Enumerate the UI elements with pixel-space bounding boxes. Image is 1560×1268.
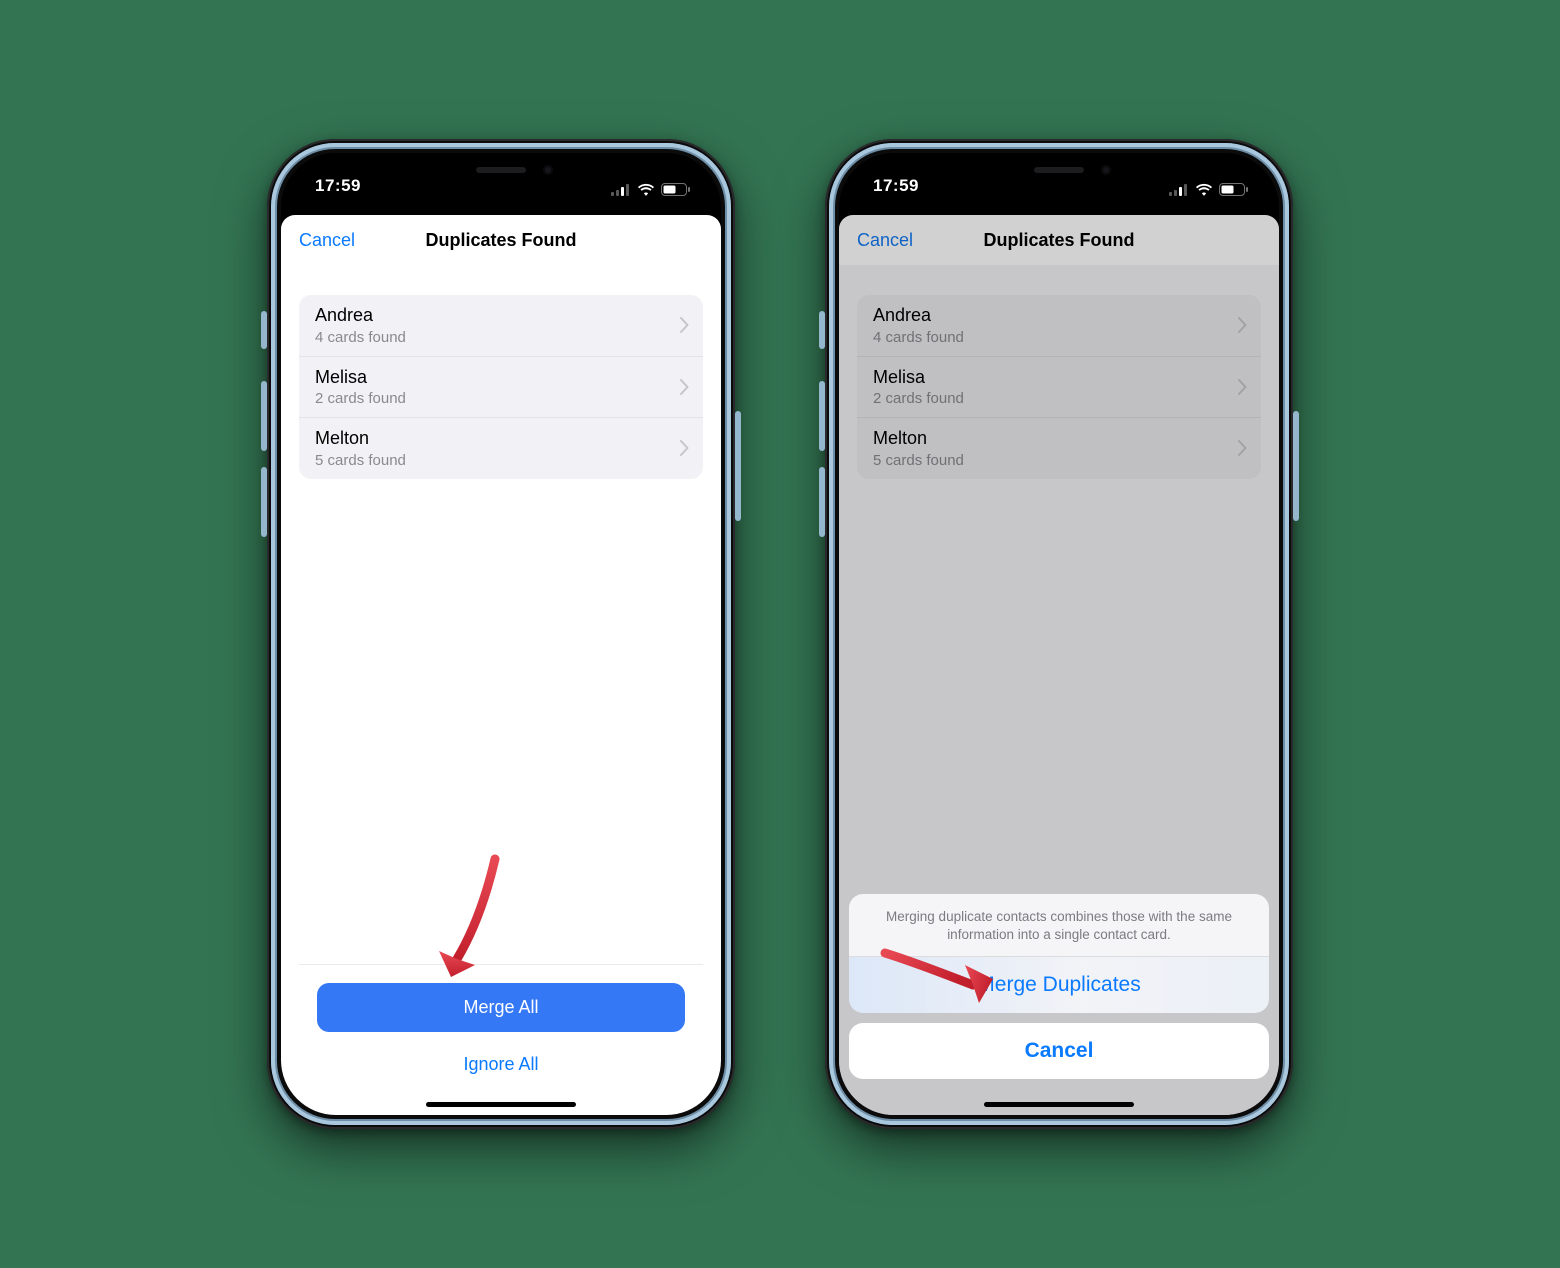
merge-all-button[interactable]: Merge All — [317, 983, 685, 1032]
status-time: 17:59 — [873, 176, 919, 199]
wifi-icon — [637, 183, 655, 196]
battery-icon — [1219, 183, 1249, 196]
notch — [971, 153, 1147, 187]
volume-up-button — [261, 381, 267, 451]
chevron-right-icon — [1238, 379, 1247, 395]
sheet: Cancel Duplicates Found Andrea 4 cards f… — [839, 215, 1279, 1115]
screen: 17:59 Cancel Duplicates Found And — [839, 153, 1279, 1115]
chevron-right-icon — [680, 379, 689, 395]
battery-icon — [661, 183, 691, 196]
duplicate-row[interactable]: Melton 5 cards found — [299, 418, 703, 479]
duplicate-row[interactable]: Andrea 4 cards found — [299, 295, 703, 357]
duplicates-group: Andrea 4 cards found Melisa 2 cards foun… — [857, 295, 1261, 479]
duplicates-group: Andrea 4 cards found Melisa 2 cards foun… — [299, 295, 703, 479]
duplicate-sub: 4 cards found — [315, 329, 670, 346]
chevron-right-icon — [1238, 440, 1247, 456]
merge-duplicates-button[interactable]: Merge Duplicates — [849, 957, 1269, 1013]
duplicate-name: Andrea — [315, 305, 670, 327]
duplicate-name: Andrea — [873, 305, 1228, 327]
content: Andrea 4 cards found Melisa 2 cards foun… — [281, 265, 721, 1115]
volume-up-button — [819, 381, 825, 451]
mute-switch — [819, 311, 825, 349]
volume-down-button — [819, 467, 825, 537]
duplicate-name: Melton — [873, 428, 1228, 450]
duplicate-sub: 2 cards found — [315, 390, 670, 407]
side-button — [1293, 411, 1299, 521]
duplicate-row[interactable]: Melisa 2 cards found — [857, 357, 1261, 419]
duplicate-row[interactable]: Melisa 2 cards found — [299, 357, 703, 419]
mute-switch — [261, 311, 267, 349]
duplicate-sub: 4 cards found — [873, 329, 1228, 346]
action-sheet-message: Merging duplicate contacts combines thos… — [849, 894, 1269, 957]
status-icons — [611, 183, 691, 199]
cancel-button[interactable]: Cancel — [299, 230, 355, 251]
nav-bar: Cancel Duplicates Found — [839, 215, 1279, 265]
duplicate-sub: 5 cards found — [315, 452, 670, 469]
footer: Merge All Ignore All — [299, 964, 703, 1115]
sheet: Cancel Duplicates Found Andrea 4 cards f… — [281, 215, 721, 1115]
phone-left: 17:59 Cancel Duplicates Found And — [267, 139, 735, 1129]
duplicate-name: Melisa — [315, 367, 670, 389]
cellular-icon — [611, 184, 631, 196]
screen: 17:59 Cancel Duplicates Found And — [281, 153, 721, 1115]
notch — [413, 153, 589, 187]
cancel-button[interactable]: Cancel — [857, 230, 913, 251]
duplicate-name: Melisa — [873, 367, 1228, 389]
chevron-right-icon — [680, 317, 689, 333]
cellular-icon — [1169, 184, 1189, 196]
volume-down-button — [261, 467, 267, 537]
duplicate-sub: 2 cards found — [873, 390, 1228, 407]
duplicate-name: Melton — [315, 428, 670, 450]
action-sheet-cancel-button[interactable]: Cancel — [849, 1023, 1269, 1079]
status-time: 17:59 — [315, 176, 361, 199]
action-sheet-group: Merging duplicate contacts combines thos… — [849, 894, 1269, 1013]
duplicate-sub: 5 cards found — [873, 452, 1228, 469]
duplicate-row[interactable]: Melton 5 cards found — [857, 418, 1261, 479]
status-icons — [1169, 183, 1249, 199]
nav-bar: Cancel Duplicates Found — [281, 215, 721, 265]
duplicate-row[interactable]: Andrea 4 cards found — [857, 295, 1261, 357]
home-indicator[interactable] — [426, 1102, 576, 1107]
wifi-icon — [1195, 183, 1213, 196]
action-sheet: Merging duplicate contacts combines thos… — [839, 884, 1279, 1115]
chevron-right-icon — [1238, 317, 1247, 333]
chevron-right-icon — [680, 440, 689, 456]
ignore-all-button[interactable]: Ignore All — [317, 1040, 685, 1089]
side-button — [735, 411, 741, 521]
phone-right: 17:59 Cancel Duplicates Found And — [825, 139, 1293, 1129]
